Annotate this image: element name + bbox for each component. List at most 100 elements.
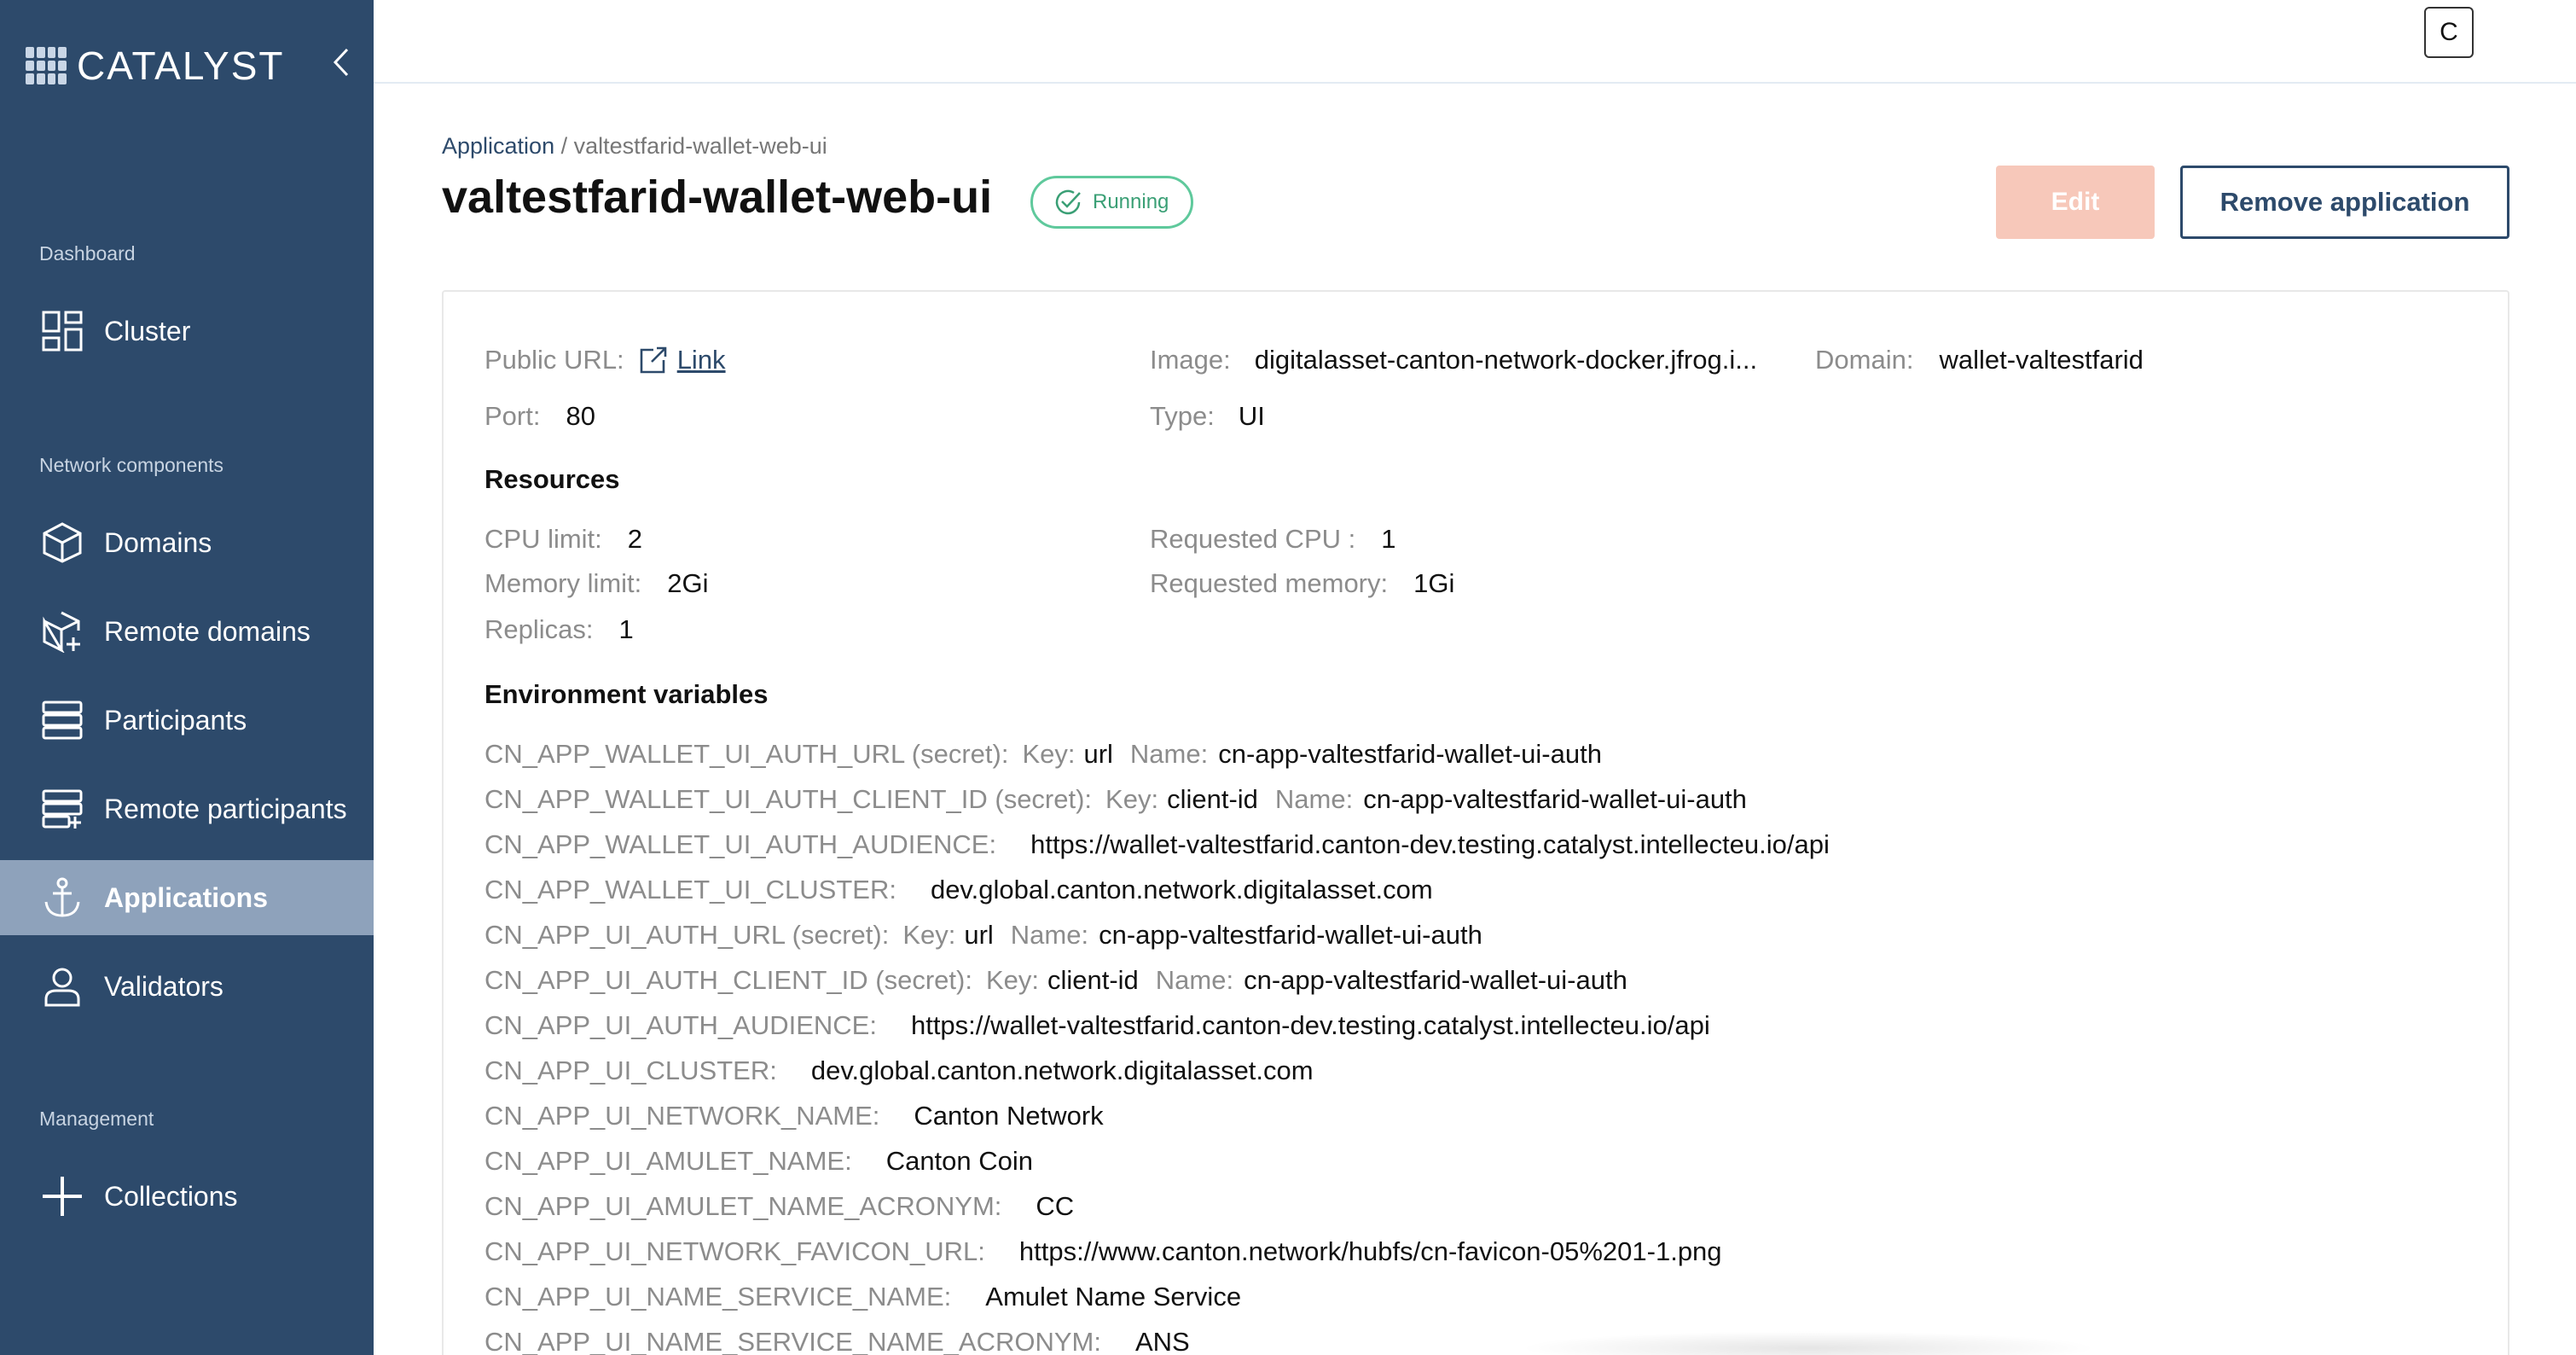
env-var-row: CN_APP_WALLET_UI_AUTH_AUDIENCE: https://… (484, 829, 1830, 860)
env-var-key-label: Key: (1105, 784, 1159, 814)
section-label-network: Network components (39, 454, 224, 476)
type-row: Type: UI (1150, 401, 1265, 432)
image-label: Image: (1150, 345, 1231, 375)
user-avatar-button[interactable]: C (2424, 7, 2474, 58)
env-var-row: CN_APP_WALLET_UI_AUTH_CLIENT_ID (secret)… (484, 784, 1747, 815)
env-var-row: CN_APP_UI_CLUSTER: dev.global.canton.net… (484, 1056, 1314, 1086)
sidebar-item-label: Validators (104, 970, 223, 1002)
server-icon (39, 697, 85, 743)
top-bar: C (374, 0, 2576, 84)
type-value: UI (1238, 401, 1265, 431)
env-var-key: url (964, 920, 994, 950)
edit-button[interactable]: Edit (1996, 166, 2155, 239)
env-var-name: CN_APP_UI_AMULET_NAME: (484, 1146, 852, 1176)
env-var-value: cn-app-valtestfarid-wallet-ui-auth (1218, 739, 1602, 769)
env-var-name-label: Name: (1129, 739, 1209, 769)
requested-cpu-value: 1 (1381, 524, 1396, 554)
env-var-key-label: Key: (1022, 739, 1076, 769)
sidebar-item-participants[interactable]: Participants (0, 683, 374, 758)
sidebar-item-remote-domains[interactable]: Remote domains (0, 594, 374, 669)
resources-heading: Resources (484, 464, 620, 494)
env-var-value: ANS (1134, 1327, 1190, 1355)
env-var-name: CN_APP_UI_NETWORK_FAVICON_URL: (484, 1236, 985, 1266)
env-var-value: https://wallet-valtestfarid.canton-dev.t… (1030, 829, 1830, 859)
requested-memory-label: Requested memory: (1150, 568, 1389, 598)
env-var-name: CN_APP_WALLET_UI_AUTH_URL (secret): (484, 739, 1009, 769)
sidebar-item-remote-participants[interactable]: Remote participants (0, 771, 374, 846)
anchor-icon (39, 875, 85, 921)
env-var-row: CN_APP_UI_AMULET_NAME: Canton Coin (484, 1146, 1033, 1177)
env-var-row: CN_APP_UI_AUTH_AUDIENCE: https://wallet-… (484, 1010, 1710, 1041)
env-var-row: CN_APP_UI_NETWORK_FAVICON_URL: https://w… (484, 1236, 1722, 1267)
env-var-value: cn-app-valtestfarid-wallet-ui-auth (1244, 965, 1627, 995)
cpu-limit-value: 2 (627, 524, 643, 554)
sidebar-item-label: Domains (104, 526, 212, 558)
env-var-name-label: Name: (1155, 965, 1234, 995)
env-var-name-label: Name: (1010, 920, 1089, 950)
env-var-value: https://wallet-valtestfarid.canton-dev.t… (910, 1010, 1710, 1040)
env-var-row: CN_APP_UI_AUTH_CLIENT_ID (secret): Key: … (484, 965, 1627, 996)
env-var-key: url (1083, 739, 1113, 769)
external-link-icon[interactable] (636, 345, 669, 377)
user-icon (39, 963, 85, 1009)
env-var-name: CN_APP_UI_NAME_SERVICE_NAME_ACRONYM: (484, 1327, 1101, 1355)
env-var-value: cn-app-valtestfarid-wallet-ui-auth (1099, 920, 1482, 950)
env-var-row: CN_APP_UI_AMULET_NAME_ACRONYM: CC (484, 1191, 1074, 1222)
memory-limit-label: Memory limit: (484, 568, 642, 598)
remove-application-button[interactable]: Remove application (2180, 166, 2509, 239)
sidebar-item-collections[interactable]: Collections (0, 1159, 374, 1234)
breadcrumb-application-link[interactable]: Application (442, 133, 554, 159)
plus-icon (39, 1173, 85, 1219)
env-var-key: client-id (1047, 965, 1139, 995)
env-var-name: CN_APP_UI_NAME_SERVICE_NAME: (484, 1282, 952, 1311)
domain-label: Domain: (1815, 345, 1914, 375)
collapse-sidebar-button[interactable] (324, 43, 358, 82)
public-url-link[interactable]: Link (677, 345, 726, 375)
public-url-label: Public URL: (484, 345, 624, 375)
env-var-value: cn-app-valtestfarid-wallet-ui-auth (1363, 784, 1747, 814)
requested-cpu-label: Requested CPU : (1150, 524, 1356, 554)
env-var-name: CN_APP_UI_AUTH_AUDIENCE: (484, 1010, 877, 1040)
env-var-name: CN_APP_WALLET_UI_AUTH_CLIENT_ID (secret)… (484, 784, 1093, 814)
cpu-limit-label: CPU limit: (484, 524, 602, 554)
env-var-key-label: Key: (985, 965, 1039, 995)
sidebar-item-label: Applications (104, 881, 269, 913)
type-label: Type: (1150, 401, 1215, 431)
catalyst-logo[interactable]: CATALYST (26, 43, 284, 89)
sidebar-item-label: Remote domains (104, 615, 310, 647)
env-var-value: Amulet Name Service (985, 1282, 1242, 1311)
grid-icon (39, 308, 85, 354)
env-var-key: client-id (1167, 784, 1258, 814)
port-label: Port: (484, 401, 541, 431)
section-label-management: Management (39, 1108, 154, 1130)
application-details-card: Public URL: Link Image: digitalasset-can… (442, 290, 2509, 1355)
cpu-limit-row: CPU limit: 2 (484, 524, 642, 555)
replicas-value: 1 (618, 614, 634, 644)
sidebar-item-validators[interactable]: Validators (0, 949, 374, 1024)
breadcrumb: Application / valtestfarid-wallet-web-ui (442, 133, 827, 160)
env-var-value: dev.global.canton.network.digitalasset.c… (930, 875, 1433, 904)
env-var-row: CN_APP_UI_AUTH_URL (secret): Key: url Na… (484, 920, 1482, 951)
replicas-label: Replicas: (484, 614, 594, 644)
public-url-row: Public URL: Link (484, 345, 726, 377)
requested-memory-value: 1Gi (1413, 568, 1455, 598)
domain-value: wallet-valtestfarid (1939, 345, 2144, 375)
sidebar-item-cluster[interactable]: Cluster (0, 294, 374, 369)
sidebar-item-domains[interactable]: Domains (0, 505, 374, 580)
env-var-name: CN_APP_UI_NETWORK_NAME: (484, 1101, 880, 1131)
breadcrumb-separator: / (560, 133, 568, 159)
env-var-value: https://www.canton.network/hubfs/cn-favi… (1018, 1236, 1722, 1266)
sidebar-item-applications[interactable]: Applications (0, 860, 374, 935)
sidebar-item-label: Remote participants (104, 793, 347, 824)
env-var-row: CN_APP_UI_NETWORK_NAME: Canton Network (484, 1101, 1104, 1131)
requested-cpu-row: Requested CPU : 1 (1150, 524, 1395, 555)
requested-memory-row: Requested memory: 1Gi (1150, 568, 1454, 599)
domain-row: Domain: wallet-valtestfarid (1815, 345, 2144, 375)
sidebar-item-label: Collections (104, 1180, 238, 1212)
sidebar: CATALYST Dashboard Cluster Network compo… (0, 0, 374, 1355)
scroll-shadow (1518, 1331, 2098, 1355)
image-row: Image: digitalasset-canton-network-docke… (1150, 345, 1757, 375)
cube-plus-icon (39, 608, 85, 654)
env-var-row: CN_APP_WALLET_UI_AUTH_URL (secret): Key:… (484, 739, 1602, 770)
env-var-name: CN_APP_UI_AUTH_URL (secret): (484, 920, 890, 950)
